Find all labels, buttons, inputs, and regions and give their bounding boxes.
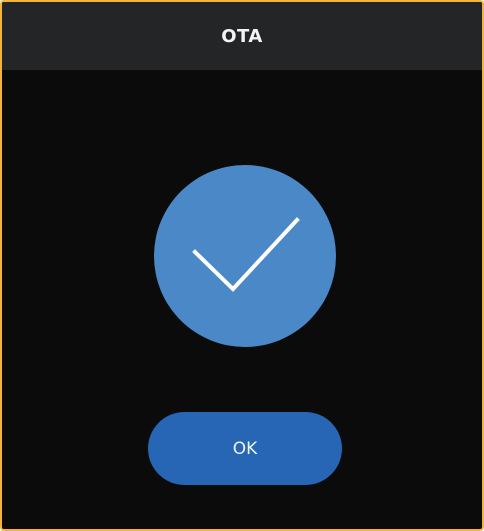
- success-circle: [154, 165, 336, 347]
- checkmark-icon: [192, 217, 300, 292]
- ota-dialog: OTA OK: [0, 0, 484, 531]
- dialog-title: OTA: [221, 25, 263, 47]
- title-bar: OTA: [2, 2, 482, 70]
- ok-button[interactable]: OK: [148, 412, 342, 485]
